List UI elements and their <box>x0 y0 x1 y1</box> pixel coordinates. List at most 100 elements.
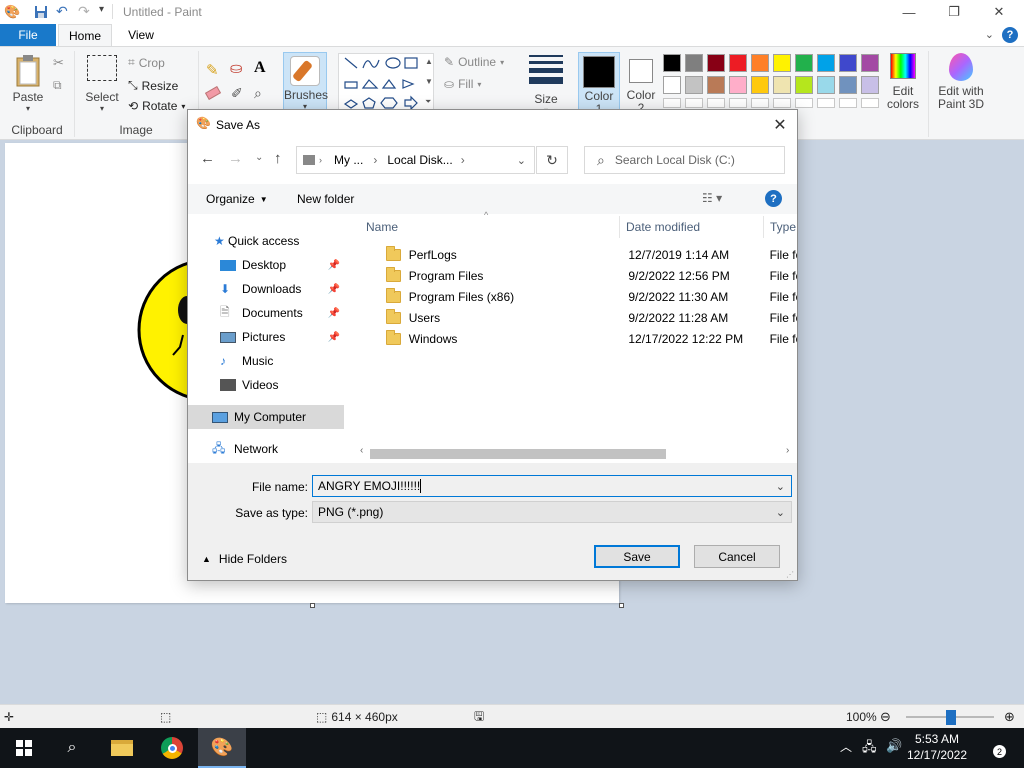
file-name-input[interactable]: ANGRY EMOJI!!!!!! ⌄ <box>312 475 792 497</box>
save-as-type-select[interactable]: PNG (*.png) ⌄ <box>312 501 792 523</box>
chevron-down-icon[interactable]: ⌄ <box>776 480 785 493</box>
scroll-right-icon[interactable]: › <box>786 445 789 456</box>
magnifier-icon[interactable]: ⌕ <box>254 85 262 102</box>
refresh-button[interactable]: ↻ <box>536 146 568 174</box>
gallery-more-icon[interactable]: ⏷ <box>425 97 431 107</box>
search-icon[interactable]: ⌕ <box>48 728 96 768</box>
color-swatch[interactable] <box>861 76 879 94</box>
save-icon[interactable] <box>34 5 48 19</box>
up-button[interactable]: ↑ <box>274 150 282 167</box>
scrollbar-thumb[interactable] <box>370 449 666 459</box>
color1-button[interactable]: Color 1 <box>578 52 620 112</box>
text-icon[interactable]: A <box>254 59 266 77</box>
address-dropdown-icon[interactable]: ⌄ <box>517 154 526 167</box>
gallery-up-icon[interactable]: ▲ <box>425 57 433 66</box>
pin-icon[interactable]: 📌 <box>328 332 340 343</box>
color-swatch[interactable] <box>773 76 791 94</box>
nav-documents[interactable]: 🗎 Documents 📌 <box>188 301 344 325</box>
paste-button[interactable]: Paste ▾ <box>8 53 48 113</box>
search-box[interactable]: ⌕ Search Local Disk (C:) <box>584 146 785 174</box>
color-swatch[interactable] <box>795 54 813 72</box>
undo-icon[interactable]: ↶ <box>56 3 68 20</box>
file-row[interactable]: Users 9/2/2022 11:28 AM File fo <box>358 307 797 328</box>
copy-icon[interactable]: ⧉ <box>53 78 62 93</box>
color-swatch[interactable] <box>817 76 835 94</box>
cancel-button[interactable]: Cancel <box>694 545 780 568</box>
color-swatch[interactable] <box>751 76 769 94</box>
nav-network[interactable]: 🖧 Network <box>188 437 344 461</box>
breadcrumb-local-disk[interactable]: Local Disk... <box>387 153 452 167</box>
dialog-close-button[interactable]: ✕ <box>765 110 795 140</box>
custom-color-slot[interactable] <box>685 98 703 108</box>
outline-button[interactable]: ✎ Outline ▾ <box>444 55 504 69</box>
maximize-button[interactable]: ❐ <box>931 0 977 24</box>
nav-quick-access[interactable]: ★ Quick access <box>188 229 344 253</box>
recent-locations-icon[interactable]: ⌄ <box>255 152 263 163</box>
color-swatch[interactable] <box>773 54 791 72</box>
resize-button[interactable]: ⤡ Resize <box>128 78 178 93</box>
file-row[interactable]: Windows 12/17/2022 12:22 PM File fo <box>358 328 797 349</box>
clock[interactable]: 5:53 AM 12/17/2022 <box>902 731 972 763</box>
color-swatch[interactable] <box>663 76 681 94</box>
help-icon[interactable]: ? <box>1002 27 1018 43</box>
hide-folders-button[interactable]: ▲ Hide Folders <box>202 552 287 566</box>
file-row[interactable]: PerfLogs 12/7/2019 1:14 AM File fo <box>358 244 797 265</box>
custom-color-slot[interactable] <box>729 98 747 108</box>
custom-color-slot[interactable] <box>663 98 681 108</box>
color-picker-icon[interactable]: ✐ <box>231 85 243 102</box>
network-icon[interactable]: 🖧 <box>862 738 877 760</box>
rotate-button[interactable]: ⟲ Rotate ▾ <box>128 99 185 113</box>
color-swatch[interactable] <box>751 54 769 72</box>
color2-button[interactable]: Color 2 <box>622 52 660 112</box>
column-header-name[interactable]: Name ^ <box>358 210 620 238</box>
back-button[interactable]: ← <box>200 150 215 167</box>
nav-desktop[interactable]: Desktop 📌 <box>188 253 344 277</box>
file-row[interactable]: Program Files 9/2/2022 12:56 PM File fo <box>358 265 797 286</box>
edit-colors-button[interactable]: Edit colors <box>882 53 924 111</box>
zoom-out-button[interactable]: ⊖ <box>880 705 891 729</box>
crop-button[interactable]: ⌗ Crop <box>128 55 165 70</box>
minimize-button[interactable]: — <box>886 0 932 24</box>
color-swatch[interactable] <box>663 54 681 72</box>
color-swatch[interactable] <box>839 54 857 72</box>
column-header-date[interactable]: Date modified <box>620 216 764 238</box>
color-swatch[interactable] <box>795 76 813 94</box>
nav-music[interactable]: ♪ Music <box>188 349 344 373</box>
custom-color-slot[interactable] <box>817 98 835 108</box>
nav-downloads[interactable]: ⬇ Downloads 📌 <box>188 277 344 301</box>
pin-icon[interactable]: 📌 <box>328 260 340 271</box>
cut-icon[interactable]: ✂ <box>53 55 64 71</box>
file-explorer-icon[interactable] <box>98 728 146 768</box>
tab-home[interactable]: Home <box>58 24 112 46</box>
custom-color-slot[interactable] <box>861 98 879 108</box>
new-folder-button[interactable]: New folder <box>297 192 354 206</box>
color-swatch[interactable] <box>839 76 857 94</box>
custom-color-slot[interactable] <box>839 98 857 108</box>
collapse-ribbon-icon[interactable]: ⌄ <box>985 28 994 41</box>
tab-file[interactable]: File <box>0 24 56 46</box>
zoom-slider-thumb[interactable] <box>946 710 956 725</box>
redo-icon[interactable]: ↷ <box>78 3 90 20</box>
chrome-icon[interactable] <box>148 728 196 768</box>
custom-color-slot[interactable] <box>795 98 813 108</box>
view-options-icon[interactable]: ☷ ▾ <box>702 191 722 205</box>
color-swatch[interactable] <box>685 76 703 94</box>
nav-pictures[interactable]: Pictures 📌 <box>188 325 344 349</box>
brushes-button[interactable]: Brushes ▾ <box>283 52 328 112</box>
close-button[interactable]: ✕ <box>976 0 1022 24</box>
help-icon[interactable]: ? <box>765 190 782 207</box>
paint3d-button[interactable]: Edit with Paint 3D <box>934 53 988 111</box>
resize-grip-icon[interactable]: ⋰ <box>786 570 794 579</box>
organize-button[interactable]: Organize ▼ <box>206 192 268 206</box>
color-swatch[interactable] <box>861 54 879 72</box>
select-button[interactable]: Select ▾ <box>82 55 122 113</box>
pencil-icon[interactable]: ✎ <box>206 61 219 79</box>
color-swatch[interactable] <box>729 76 747 94</box>
eraser-icon[interactable] <box>204 86 222 100</box>
breadcrumb-my-computer[interactable]: My ... <box>334 153 363 167</box>
start-button[interactable] <box>0 728 48 768</box>
resize-handle[interactable] <box>619 603 624 608</box>
custom-color-slot[interactable] <box>773 98 791 108</box>
scroll-left-icon[interactable]: ‹ <box>360 445 363 456</box>
tab-view[interactable]: View <box>118 24 164 46</box>
